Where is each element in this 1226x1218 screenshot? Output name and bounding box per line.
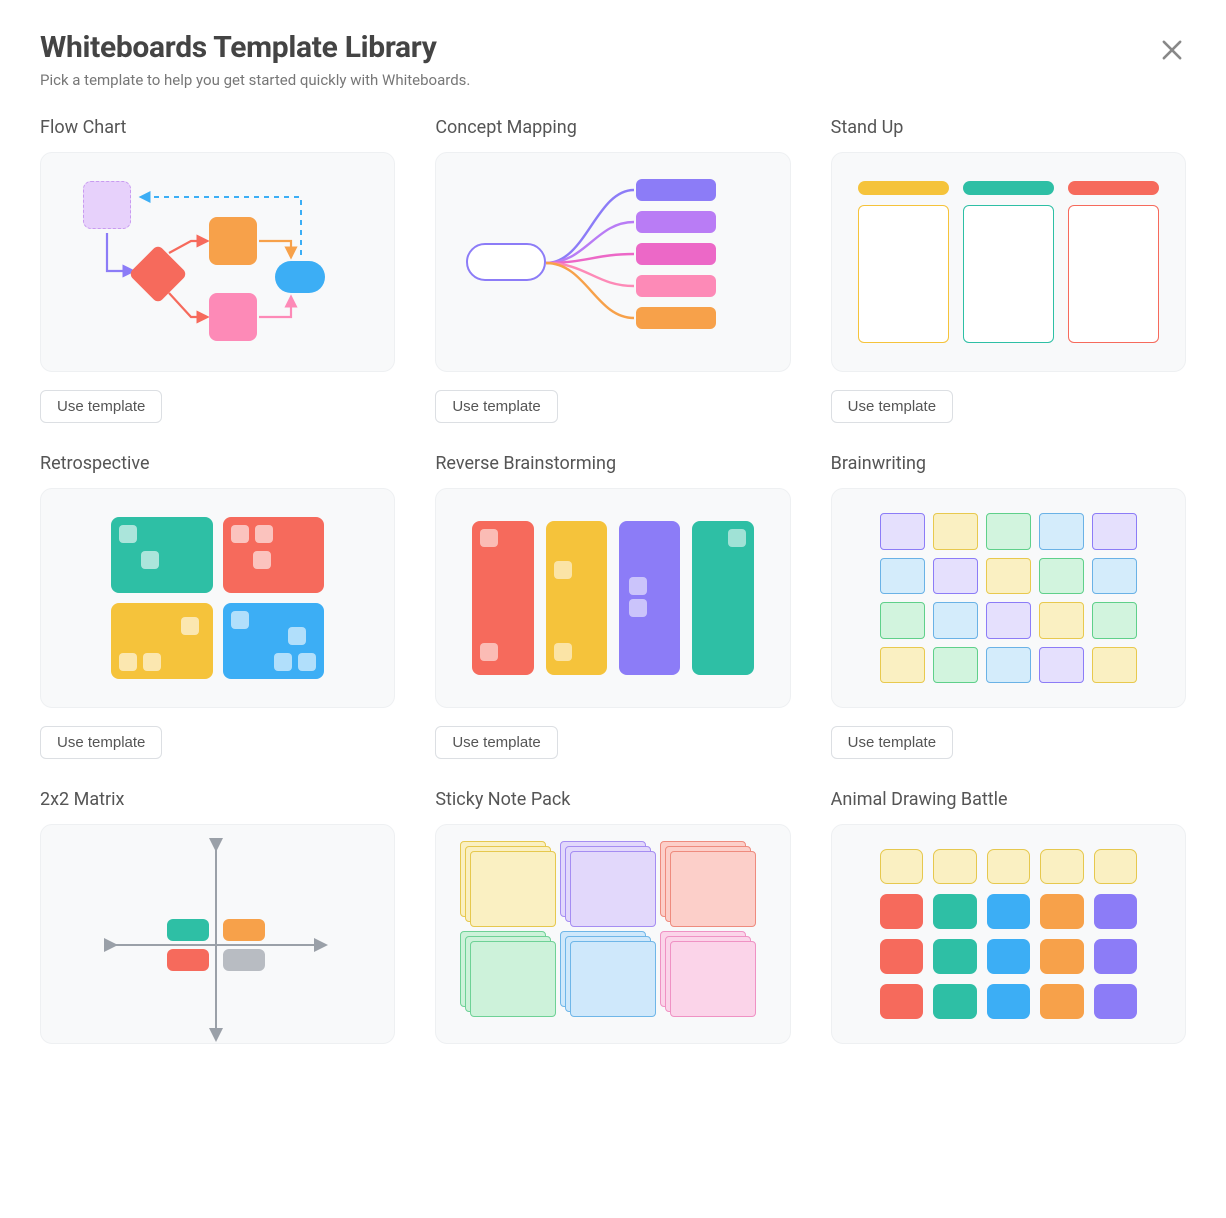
template-preview-flow-chart[interactable] bbox=[40, 152, 395, 372]
template-card-flow-chart: Flow Chart bbox=[40, 117, 395, 423]
brainwriting-cell bbox=[1092, 602, 1137, 639]
brainwriting-cell bbox=[1039, 558, 1084, 595]
template-preview-concept-mapping[interactable] bbox=[435, 152, 790, 372]
template-card-sticky-note-pack: Sticky Note Pack bbox=[435, 789, 790, 1044]
brainwriting-cell bbox=[933, 558, 978, 595]
animal-battle-cell bbox=[1040, 984, 1083, 1019]
animal-battle-cell bbox=[1094, 939, 1137, 974]
brainwriting-cell bbox=[880, 647, 925, 684]
template-card-animal-drawing-battle: Animal Drawing Battle bbox=[831, 789, 1186, 1044]
brainwriting-cell bbox=[1039, 647, 1084, 684]
animal-battle-cell bbox=[1094, 849, 1137, 884]
template-title: Sticky Note Pack bbox=[435, 789, 790, 810]
template-preview-animal-drawing-battle[interactable] bbox=[831, 824, 1186, 1044]
template-card-reverse-brainstorming: Reverse Brainstorming Use template bbox=[435, 453, 790, 759]
animal-battle-cell bbox=[987, 849, 1030, 884]
brainwriting-cell bbox=[986, 602, 1031, 639]
use-template-button[interactable]: Use template bbox=[435, 726, 557, 759]
matrix-axes-icon bbox=[41, 825, 394, 1043]
template-card-concept-mapping: Concept Mapping Use template bbox=[435, 117, 790, 423]
template-card-brainwriting: Brainwriting Use template bbox=[831, 453, 1186, 759]
brainwriting-cell bbox=[880, 558, 925, 595]
brainwriting-cell bbox=[1092, 558, 1137, 595]
animal-battle-cell bbox=[1040, 849, 1083, 884]
animal-battle-cell bbox=[933, 939, 976, 974]
template-title: 2x2 Matrix bbox=[40, 789, 395, 810]
template-title: Retrospective bbox=[40, 453, 395, 474]
use-template-button[interactable]: Use template bbox=[831, 726, 953, 759]
template-preview-2x2-matrix[interactable] bbox=[40, 824, 395, 1044]
template-title: Animal Drawing Battle bbox=[831, 789, 1186, 810]
template-grid: Flow Chart bbox=[40, 117, 1186, 1044]
use-template-button[interactable]: Use template bbox=[435, 390, 557, 423]
template-title: Flow Chart bbox=[40, 117, 395, 138]
animal-battle-cell bbox=[880, 939, 923, 974]
template-preview-brainwriting[interactable] bbox=[831, 488, 1186, 708]
animal-battle-cell bbox=[987, 939, 1030, 974]
page-title: Whiteboards Template Library bbox=[40, 30, 1186, 65]
animal-battle-cell bbox=[1040, 939, 1083, 974]
use-template-button[interactable]: Use template bbox=[40, 726, 162, 759]
use-template-button[interactable]: Use template bbox=[831, 390, 953, 423]
template-preview-stand-up[interactable] bbox=[831, 152, 1186, 372]
brainwriting-cell bbox=[880, 602, 925, 639]
animal-battle-cell bbox=[880, 984, 923, 1019]
brainwriting-cell bbox=[933, 647, 978, 684]
brainwriting-cell bbox=[986, 647, 1031, 684]
animal-battle-cell bbox=[880, 894, 923, 929]
brainwriting-cell bbox=[933, 513, 978, 550]
animal-battle-cell bbox=[1094, 984, 1137, 1019]
template-card-retrospective: Retrospective Use template bbox=[40, 453, 395, 759]
animal-battle-cell bbox=[1094, 894, 1137, 929]
animal-battle-cell bbox=[987, 984, 1030, 1019]
animal-battle-cell bbox=[933, 894, 976, 929]
animal-battle-cell bbox=[933, 984, 976, 1019]
brainwriting-cell bbox=[1039, 602, 1084, 639]
template-preview-reverse-brainstorming[interactable] bbox=[435, 488, 790, 708]
page-subtitle: Pick a template to help you get started … bbox=[40, 71, 1186, 89]
brainwriting-cell bbox=[1092, 513, 1137, 550]
animal-battle-cell bbox=[987, 894, 1030, 929]
use-template-button[interactable]: Use template bbox=[40, 390, 162, 423]
template-title: Reverse Brainstorming bbox=[435, 453, 790, 474]
brainwriting-cell bbox=[1092, 647, 1137, 684]
brainwriting-cell bbox=[986, 513, 1031, 550]
template-preview-sticky-note-pack[interactable] bbox=[435, 824, 790, 1044]
template-card-stand-up: Stand Up Use template bbox=[831, 117, 1186, 423]
close-icon bbox=[1158, 36, 1186, 64]
brainwriting-cell bbox=[880, 513, 925, 550]
template-card-2x2-matrix: 2x2 Matrix bbox=[40, 789, 395, 1044]
template-preview-retrospective[interactable] bbox=[40, 488, 395, 708]
animal-battle-cell bbox=[1040, 894, 1083, 929]
brainwriting-cell bbox=[986, 558, 1031, 595]
brainwriting-cell bbox=[933, 602, 978, 639]
brainwriting-cell bbox=[1039, 513, 1084, 550]
template-title: Stand Up bbox=[831, 117, 1186, 138]
template-title: Concept Mapping bbox=[435, 117, 790, 138]
animal-battle-cell bbox=[933, 849, 976, 884]
animal-battle-cell bbox=[880, 849, 923, 884]
close-button[interactable] bbox=[1158, 36, 1186, 64]
template-title: Brainwriting bbox=[831, 453, 1186, 474]
